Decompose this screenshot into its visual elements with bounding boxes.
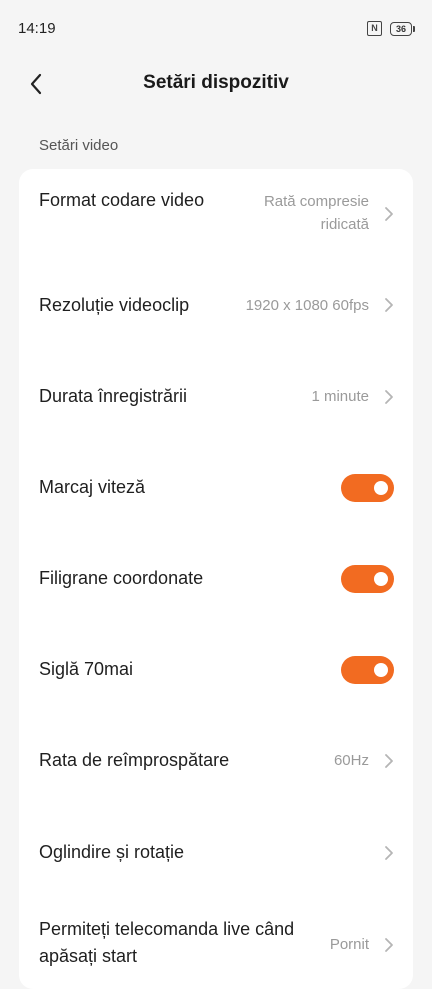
setting-row-refresh-rate[interactable]: Rata de reîmprospătare 60Hz bbox=[19, 715, 413, 806]
nfc-icon: N bbox=[367, 21, 382, 36]
setting-value: 1 minute bbox=[311, 388, 369, 405]
setting-label: Siglă 70mai bbox=[39, 659, 134, 679]
toggle-knob bbox=[374, 481, 388, 495]
setting-row-logo: Siglă 70mai bbox=[19, 624, 413, 715]
section-title: Setări video bbox=[39, 137, 119, 154]
logo-toggle[interactable] bbox=[341, 656, 394, 684]
setting-row-recording-duration[interactable]: Durata înregistrării 1 minute bbox=[19, 351, 413, 442]
coordinate-watermark-toggle[interactable] bbox=[341, 565, 394, 593]
page-title: Setări dispozitiv bbox=[143, 72, 289, 93]
setting-row-mirror-rotation[interactable]: Oglindire și rotație bbox=[19, 806, 413, 897]
chevron-right-icon bbox=[385, 754, 393, 768]
chevron-right-icon bbox=[385, 298, 393, 312]
toggle-knob bbox=[374, 572, 388, 586]
header: Setări dispozitiv bbox=[0, 58, 432, 110]
setting-row-video-resolution[interactable]: Rezoluție videoclip 1920 x 1080 60fps bbox=[19, 260, 413, 351]
setting-row-coordinate-watermark: Filigrane coordonate bbox=[19, 533, 413, 624]
setting-label: Filigrane coordonate bbox=[39, 568, 204, 588]
setting-value: 60Hz bbox=[333, 752, 369, 769]
setting-label: Format codare video bbox=[39, 190, 205, 210]
setting-row-live-remote[interactable]: Permiteți telecomanda live când apăsați … bbox=[19, 897, 413, 989]
chevron-right-icon bbox=[385, 846, 393, 860]
setting-label: Oglindire și rotație bbox=[39, 842, 185, 862]
setting-value: Rată compresie ridicată bbox=[263, 193, 369, 233]
chevron-right-icon bbox=[385, 207, 393, 221]
status-icons: N 36 bbox=[367, 21, 415, 36]
setting-label: Rata de reîmprospătare bbox=[39, 750, 230, 770]
speed-mark-toggle[interactable] bbox=[341, 474, 394, 502]
status-bar: 14:19 N 36 bbox=[0, 0, 432, 58]
setting-row-speed-mark: Marcaj viteză bbox=[19, 442, 413, 533]
setting-row-video-encoding[interactable]: Format codare video Rată compresie ridic… bbox=[19, 169, 413, 260]
chevron-right-icon bbox=[385, 390, 393, 404]
battery-icon: 36 bbox=[390, 21, 415, 36]
toggle-knob bbox=[374, 663, 388, 677]
setting-label: Durata înregistrării bbox=[39, 386, 188, 406]
setting-label: Marcaj viteză bbox=[39, 477, 146, 497]
settings-card: Format codare video Rată compresie ridic… bbox=[19, 169, 413, 989]
setting-value: 1920 x 1080 60fps bbox=[245, 297, 369, 314]
setting-value: Pornit bbox=[329, 936, 369, 953]
setting-label: Rezoluție videoclip bbox=[39, 295, 190, 315]
setting-label: Permiteți telecomanda live când apăsați … bbox=[39, 919, 295, 966]
status-time: 14:19 bbox=[18, 20, 56, 37]
chevron-right-icon bbox=[385, 938, 393, 952]
